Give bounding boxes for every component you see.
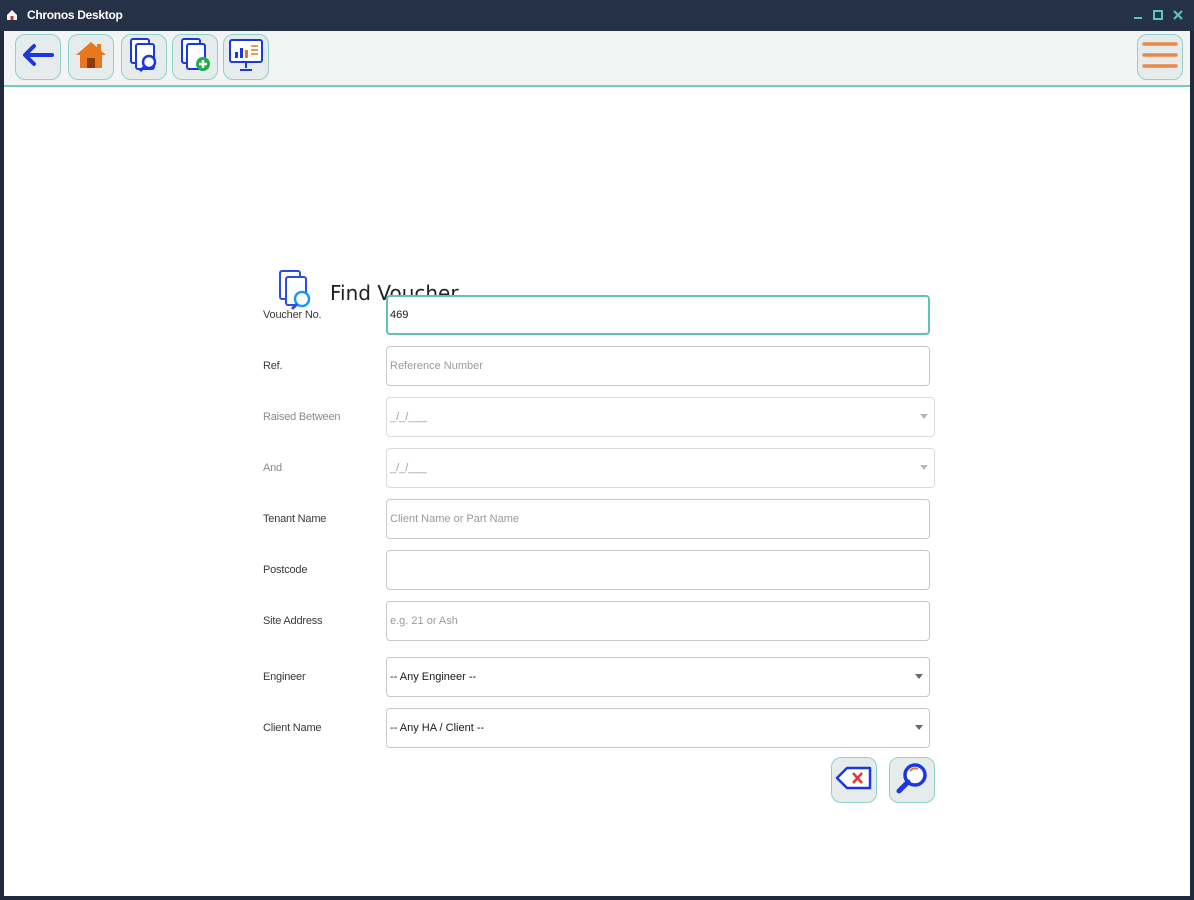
ref-input[interactable]: Reference Number (386, 346, 930, 386)
presentation-chart-icon (227, 37, 265, 78)
voucher-no-value: 469 (390, 309, 409, 321)
menu-button[interactable] (1137, 34, 1183, 80)
and-datepicker[interactable]: _/_/___ (386, 448, 935, 488)
raised-between-datepicker[interactable]: _/_/___ (386, 397, 935, 437)
ref-label: Ref. (263, 360, 283, 372)
back-button[interactable] (15, 34, 61, 80)
site-address-label: Site Address (263, 615, 323, 627)
engineer-value: -- Any Engineer -- (390, 671, 477, 683)
voucher-no-input[interactable]: 469 (386, 295, 930, 335)
site-address-input[interactable]: e.g. 21 or Ash (386, 601, 930, 641)
client-name-select[interactable]: -- Any HA / Client -- (386, 708, 930, 748)
window-title: Chronos Desktop (27, 8, 123, 22)
and-label: And (263, 462, 282, 474)
home-button[interactable] (68, 34, 114, 80)
magnifier-search-icon (895, 761, 929, 800)
document-search-icon (127, 37, 161, 78)
tenant-name-input[interactable]: Client Name or Part Name (386, 499, 930, 539)
voucher-no-label: Voucher No. (263, 309, 322, 321)
ref-placeholder: Reference Number (390, 360, 483, 372)
document-add-icon (178, 37, 212, 78)
clear-button[interactable] (831, 757, 877, 803)
arrow-left-icon (20, 41, 56, 74)
main-window: Find Voucher Voucher No. 469 Ref. Refere… (4, 31, 1190, 896)
minimize-button[interactable] (1130, 7, 1146, 23)
raised-between-value: _/_/___ (390, 411, 427, 423)
backspace-clear-icon (835, 765, 873, 796)
maximize-button[interactable] (1150, 7, 1166, 23)
document-search-icon (276, 269, 314, 311)
and-value: _/_/___ (390, 462, 427, 474)
engineer-select[interactable]: -- Any Engineer -- (386, 657, 930, 697)
client-name-value: -- Any HA / Client -- (390, 722, 485, 734)
reports-button[interactable] (223, 34, 269, 80)
close-button[interactable] (1170, 7, 1186, 23)
new-voucher-button[interactable] (172, 34, 218, 80)
hamburger-menu-icon (1142, 40, 1178, 75)
home-icon (74, 39, 108, 76)
search-button[interactable] (889, 757, 935, 803)
tenant-name-label: Tenant Name (263, 513, 327, 525)
client-name-label: Client Name (263, 722, 322, 734)
chevron-down-icon[interactable] (915, 674, 923, 679)
find-voucher-panel: Find Voucher Voucher No. 469 Ref. Refere… (4, 89, 1190, 896)
engineer-label: Engineer (263, 671, 306, 683)
tenant-name-placeholder: Client Name or Part Name (390, 513, 519, 525)
raised-between-label: Raised Between (263, 411, 341, 423)
find-voucher-button[interactable] (121, 34, 167, 80)
toolbar (4, 31, 1190, 87)
chevron-down-icon[interactable] (920, 465, 928, 470)
chevron-down-icon[interactable] (915, 725, 923, 730)
site-address-placeholder: e.g. 21 or Ash (390, 615, 458, 627)
postcode-label: Postcode (263, 564, 308, 576)
app-home-icon (5, 8, 19, 22)
title-bar: Chronos Desktop (0, 0, 1194, 31)
chevron-down-icon[interactable] (920, 414, 928, 419)
postcode-input[interactable] (386, 550, 930, 590)
